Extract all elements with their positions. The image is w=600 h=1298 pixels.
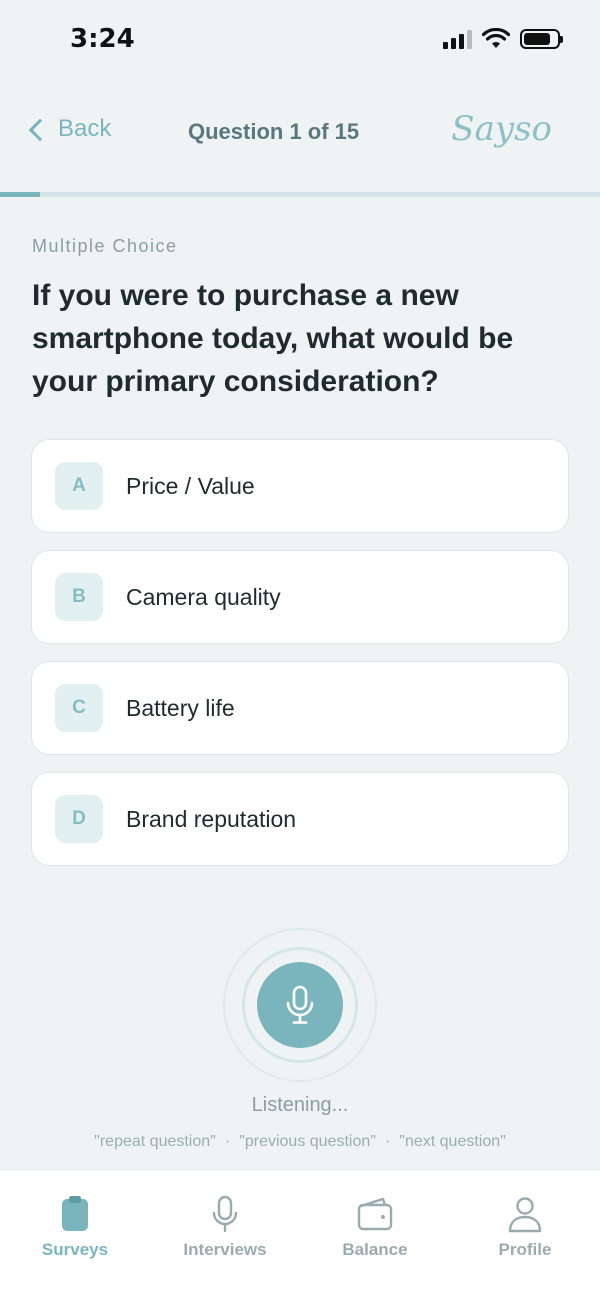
separator: · — [224, 1133, 231, 1150]
answer-options: A Price / Value B Camera quality C Batte… — [31, 439, 569, 883]
brand-logo: Sayso — [451, 109, 552, 149]
tab-balance[interactable]: Balance — [300, 1170, 450, 1298]
progress-fill — [0, 192, 41, 197]
voice-command: "previous question" — [239, 1133, 376, 1150]
option-key: C — [55, 684, 103, 732]
clipboard-icon — [62, 1196, 88, 1231]
microphone-icon — [286, 985, 314, 1024]
option-key: B — [55, 573, 103, 621]
tab-interviews[interactable]: Interviews — [150, 1170, 300, 1298]
nav-header: Back Question 1 of 15 Sayso — [0, 95, 600, 170]
signal-icon — [443, 29, 472, 49]
option-key: D — [55, 795, 103, 843]
tab-label: Balance — [342, 1240, 408, 1259]
question-type: Multiple Choice — [32, 236, 178, 256]
tab-label: Profile — [498, 1240, 552, 1259]
option-label: Camera quality — [126, 583, 281, 610]
option-b[interactable]: B Camera quality — [31, 550, 569, 644]
tab-label: Surveys — [41, 1240, 109, 1259]
option-c[interactable]: C Battery life — [31, 661, 569, 755]
wallet-icon — [357, 1197, 393, 1231]
question-text: If you were to purchase a new smartphone… — [32, 279, 514, 398]
option-label: Battery life — [126, 694, 235, 721]
chevron-left-icon — [28, 118, 52, 142]
option-a[interactable]: A Price / Value — [31, 439, 569, 533]
separator: · — [384, 1133, 391, 1150]
tab-surveys[interactable]: Surveys — [0, 1170, 150, 1298]
back-button[interactable]: Back — [28, 115, 112, 143]
listening-status: Listening... — [251, 1094, 349, 1116]
question-counter: Question 1 of 15 — [188, 119, 360, 144]
voice-commands: "repeat question" · "previous question" · "n… — [0, 1133, 600, 1151]
option-d[interactable]: D Brand reputation — [31, 772, 569, 866]
microphone-button[interactable] — [257, 962, 343, 1048]
tab-bar: Surveys Interviews Balance Profile — [0, 1169, 600, 1298]
progress-bar — [0, 192, 600, 197]
option-label: Brand reputation — [126, 805, 297, 832]
voice-input — [223, 928, 377, 1082]
voice-command: "repeat question" — [94, 1133, 216, 1150]
back-label: Back — [58, 115, 112, 142]
wifi-icon — [482, 28, 510, 48]
status-bar: 3:24 — [0, 0, 600, 80]
tab-label: Interviews — [183, 1240, 267, 1259]
option-key: A — [55, 462, 103, 510]
microphone-icon — [212, 1195, 238, 1233]
voice-command: "next question" — [399, 1133, 506, 1150]
option-label: Price / Value — [126, 472, 255, 499]
status-icons — [443, 28, 563, 50]
status-time: 3:24 — [70, 24, 135, 54]
tab-profile[interactable]: Profile — [450, 1170, 600, 1298]
battery-icon — [520, 29, 563, 49]
person-icon — [508, 1197, 542, 1233]
